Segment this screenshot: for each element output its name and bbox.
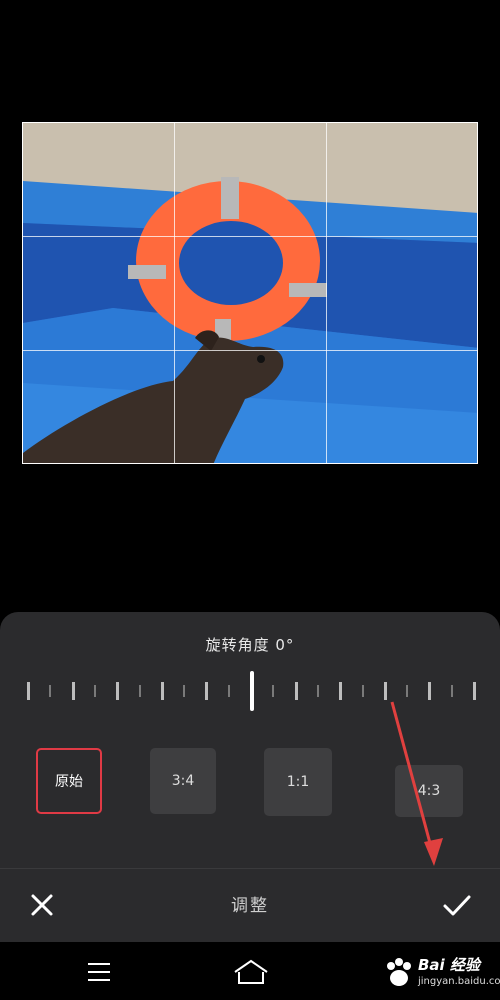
ruler-tick bbox=[339, 682, 343, 700]
ruler-tick bbox=[294, 682, 298, 700]
panel-title: 调整 bbox=[231, 896, 269, 916]
ratio-1-1-button[interactable]: 1:1 bbox=[264, 748, 332, 816]
ruler-tick bbox=[361, 685, 364, 697]
grid-line-vertical-2 bbox=[326, 123, 327, 463]
ruler-tick bbox=[450, 685, 453, 697]
watermark-text: Bai 经验 bbox=[418, 956, 480, 974]
ruler-tick bbox=[205, 682, 209, 700]
ruler-tick bbox=[49, 685, 52, 697]
grid-line-horizontal-2 bbox=[23, 350, 477, 351]
rotation-angle-label: 旋转角度 0° bbox=[205, 636, 295, 654]
ruler-tick bbox=[71, 682, 75, 700]
action-bar: 调整 bbox=[0, 869, 500, 942]
paw-icon bbox=[387, 958, 411, 986]
checkmark-icon[interactable] bbox=[440, 889, 474, 921]
ratio-3-4-button[interactable]: 3:4 bbox=[150, 748, 216, 814]
watermark-logo: Bai 经验 jingyan.baidu.com bbox=[382, 950, 500, 994]
ruler-tick bbox=[138, 685, 141, 697]
ruler-center-indicator bbox=[250, 671, 254, 711]
ruler-tick bbox=[473, 682, 476, 700]
grid-line-horizontal-1 bbox=[23, 236, 477, 237]
ruler-tick bbox=[272, 685, 275, 697]
ruler-tick bbox=[183, 685, 186, 697]
adjust-panel: 旋转角度 0° 原始 3:4 1:1 4:3 调整 bbox=[0, 612, 500, 942]
ratio-original-button[interactable]: 原始 bbox=[36, 748, 102, 814]
photo-preview[interactable] bbox=[22, 122, 478, 464]
rotation-ruler[interactable] bbox=[0, 671, 500, 714]
ruler-tick bbox=[93, 685, 96, 697]
menu-icon[interactable] bbox=[86, 961, 112, 983]
watermark-url: jingyan.baidu.com bbox=[418, 976, 500, 987]
grid-line-vertical-1 bbox=[174, 123, 175, 463]
home-icon[interactable] bbox=[232, 958, 270, 986]
ruler-tick bbox=[383, 682, 387, 700]
ruler-tick bbox=[116, 682, 120, 700]
ruler-tick bbox=[160, 682, 164, 700]
system-nav-bar: Bai 经验 jingyan.baidu.com bbox=[0, 942, 500, 1000]
ratio-4-3-button[interactable]: 4:3 bbox=[395, 765, 463, 817]
ruler-tick bbox=[27, 682, 30, 700]
photo-image bbox=[23, 123, 477, 463]
ruler-tick bbox=[428, 682, 432, 700]
ruler-tick bbox=[316, 685, 319, 697]
ruler-tick bbox=[227, 685, 230, 697]
ruler-tick bbox=[406, 685, 409, 697]
